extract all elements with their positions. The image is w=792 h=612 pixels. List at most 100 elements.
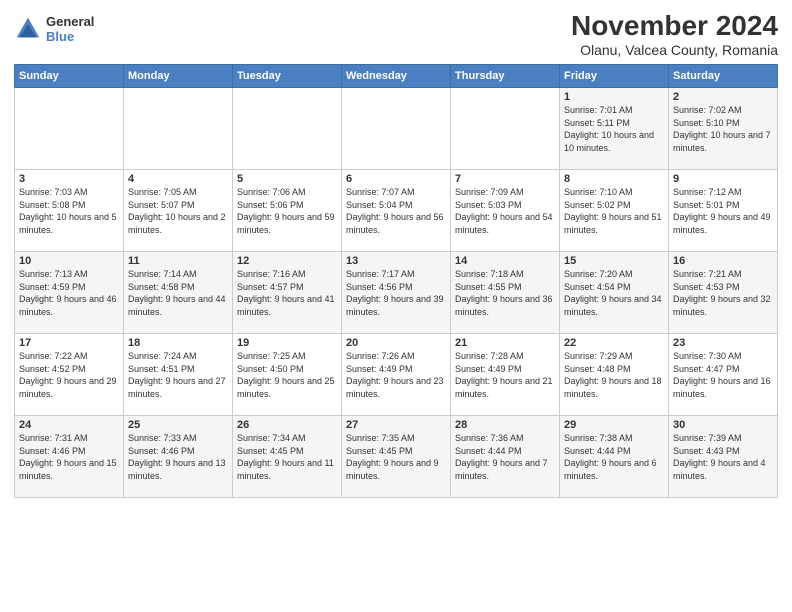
location-title: Olanu, Valcea County, Romania [571, 42, 778, 58]
calendar-cell: 30Sunrise: 7:39 AM Sunset: 4:43 PM Dayli… [669, 416, 778, 498]
calendar-cell [124, 88, 233, 170]
day-info: Sunrise: 7:02 AM Sunset: 5:10 PM Dayligh… [673, 104, 773, 154]
day-number: 12 [237, 255, 337, 267]
calendar-cell: 15Sunrise: 7:20 AM Sunset: 4:54 PM Dayli… [560, 252, 669, 334]
day-number: 19 [237, 337, 337, 349]
day-info: Sunrise: 7:24 AM Sunset: 4:51 PM Dayligh… [128, 350, 228, 400]
calendar-cell: 23Sunrise: 7:30 AM Sunset: 4:47 PM Dayli… [669, 334, 778, 416]
day-number: 7 [455, 173, 555, 185]
day-number: 6 [346, 173, 446, 185]
header-friday: Friday [560, 65, 669, 88]
calendar-cell: 13Sunrise: 7:17 AM Sunset: 4:56 PM Dayli… [342, 252, 451, 334]
header-thursday: Thursday [451, 65, 560, 88]
day-info: Sunrise: 7:20 AM Sunset: 4:54 PM Dayligh… [564, 268, 664, 318]
day-info: Sunrise: 7:30 AM Sunset: 4:47 PM Dayligh… [673, 350, 773, 400]
day-number: 23 [673, 337, 773, 349]
day-info: Sunrise: 7:22 AM Sunset: 4:52 PM Dayligh… [19, 350, 119, 400]
day-number: 3 [19, 173, 119, 185]
day-number: 4 [128, 173, 228, 185]
calendar-cell: 1Sunrise: 7:01 AM Sunset: 5:11 PM Daylig… [560, 88, 669, 170]
day-info: Sunrise: 7:06 AM Sunset: 5:06 PM Dayligh… [237, 186, 337, 236]
calendar-cell: 11Sunrise: 7:14 AM Sunset: 4:58 PM Dayli… [124, 252, 233, 334]
day-number: 21 [455, 337, 555, 349]
day-number: 14 [455, 255, 555, 267]
calendar-cell: 28Sunrise: 7:36 AM Sunset: 4:44 PM Dayli… [451, 416, 560, 498]
day-info: Sunrise: 7:07 AM Sunset: 5:04 PM Dayligh… [346, 186, 446, 236]
calendar-table: Sunday Monday Tuesday Wednesday Thursday… [14, 64, 778, 498]
day-info: Sunrise: 7:28 AM Sunset: 4:49 PM Dayligh… [455, 350, 555, 400]
day-info: Sunrise: 7:10 AM Sunset: 5:02 PM Dayligh… [564, 186, 664, 236]
day-number: 18 [128, 337, 228, 349]
calendar-cell: 19Sunrise: 7:25 AM Sunset: 4:50 PM Dayli… [233, 334, 342, 416]
day-number: 20 [346, 337, 446, 349]
day-info: Sunrise: 7:01 AM Sunset: 5:11 PM Dayligh… [564, 104, 664, 154]
weekday-header-row: Sunday Monday Tuesday Wednesday Thursday… [15, 65, 778, 88]
calendar-week-row: 17Sunrise: 7:22 AM Sunset: 4:52 PM Dayli… [15, 334, 778, 416]
calendar-cell: 9Sunrise: 7:12 AM Sunset: 5:01 PM Daylig… [669, 170, 778, 252]
header-tuesday: Tuesday [233, 65, 342, 88]
day-info: Sunrise: 7:13 AM Sunset: 4:59 PM Dayligh… [19, 268, 119, 318]
day-info: Sunrise: 7:05 AM Sunset: 5:07 PM Dayligh… [128, 186, 228, 236]
day-info: Sunrise: 7:12 AM Sunset: 5:01 PM Dayligh… [673, 186, 773, 236]
day-info: Sunrise: 7:03 AM Sunset: 5:08 PM Dayligh… [19, 186, 119, 236]
day-info: Sunrise: 7:14 AM Sunset: 4:58 PM Dayligh… [128, 268, 228, 318]
header-saturday: Saturday [669, 65, 778, 88]
calendar-cell: 8Sunrise: 7:10 AM Sunset: 5:02 PM Daylig… [560, 170, 669, 252]
calendar-cell: 3Sunrise: 7:03 AM Sunset: 5:08 PM Daylig… [15, 170, 124, 252]
day-number: 1 [564, 91, 664, 103]
calendar-cell: 24Sunrise: 7:31 AM Sunset: 4:46 PM Dayli… [15, 416, 124, 498]
title-area: November 2024 Olanu, Valcea County, Roma… [571, 10, 778, 58]
calendar-cell: 16Sunrise: 7:21 AM Sunset: 4:53 PM Dayli… [669, 252, 778, 334]
calendar-cell: 27Sunrise: 7:35 AM Sunset: 4:45 PM Dayli… [342, 416, 451, 498]
calendar-cell [15, 88, 124, 170]
month-title: November 2024 [571, 10, 778, 42]
calendar-cell: 7Sunrise: 7:09 AM Sunset: 5:03 PM Daylig… [451, 170, 560, 252]
day-info: Sunrise: 7:36 AM Sunset: 4:44 PM Dayligh… [455, 432, 555, 482]
calendar-cell: 26Sunrise: 7:34 AM Sunset: 4:45 PM Dayli… [233, 416, 342, 498]
calendar-cell: 4Sunrise: 7:05 AM Sunset: 5:07 PM Daylig… [124, 170, 233, 252]
logo-blue: Blue [46, 29, 94, 44]
calendar-cell [451, 88, 560, 170]
day-info: Sunrise: 7:33 AM Sunset: 4:46 PM Dayligh… [128, 432, 228, 482]
day-info: Sunrise: 7:31 AM Sunset: 4:46 PM Dayligh… [19, 432, 119, 482]
logo: General Blue [14, 14, 94, 44]
header-wednesday: Wednesday [342, 65, 451, 88]
calendar-week-row: 24Sunrise: 7:31 AM Sunset: 4:46 PM Dayli… [15, 416, 778, 498]
day-info: Sunrise: 7:16 AM Sunset: 4:57 PM Dayligh… [237, 268, 337, 318]
day-number: 9 [673, 173, 773, 185]
day-info: Sunrise: 7:21 AM Sunset: 4:53 PM Dayligh… [673, 268, 773, 318]
day-number: 25 [128, 419, 228, 431]
day-number: 8 [564, 173, 664, 185]
day-number: 2 [673, 91, 773, 103]
day-number: 29 [564, 419, 664, 431]
day-info: Sunrise: 7:34 AM Sunset: 4:45 PM Dayligh… [237, 432, 337, 482]
header: General Blue November 2024 Olanu, Valcea… [14, 10, 778, 58]
day-number: 5 [237, 173, 337, 185]
day-number: 22 [564, 337, 664, 349]
calendar-cell: 12Sunrise: 7:16 AM Sunset: 4:57 PM Dayli… [233, 252, 342, 334]
calendar-week-row: 10Sunrise: 7:13 AM Sunset: 4:59 PM Dayli… [15, 252, 778, 334]
calendar-cell: 17Sunrise: 7:22 AM Sunset: 4:52 PM Dayli… [15, 334, 124, 416]
day-info: Sunrise: 7:29 AM Sunset: 4:48 PM Dayligh… [564, 350, 664, 400]
calendar-cell: 5Sunrise: 7:06 AM Sunset: 5:06 PM Daylig… [233, 170, 342, 252]
day-number: 26 [237, 419, 337, 431]
day-number: 27 [346, 419, 446, 431]
calendar-cell: 14Sunrise: 7:18 AM Sunset: 4:55 PM Dayli… [451, 252, 560, 334]
day-number: 17 [19, 337, 119, 349]
day-info: Sunrise: 7:18 AM Sunset: 4:55 PM Dayligh… [455, 268, 555, 318]
logo-general: General [46, 14, 94, 29]
calendar-cell: 21Sunrise: 7:28 AM Sunset: 4:49 PM Dayli… [451, 334, 560, 416]
header-sunday: Sunday [15, 65, 124, 88]
day-number: 24 [19, 419, 119, 431]
day-number: 30 [673, 419, 773, 431]
calendar-cell [233, 88, 342, 170]
calendar-cell: 25Sunrise: 7:33 AM Sunset: 4:46 PM Dayli… [124, 416, 233, 498]
day-number: 11 [128, 255, 228, 267]
logo-icon [14, 15, 42, 43]
day-info: Sunrise: 7:26 AM Sunset: 4:49 PM Dayligh… [346, 350, 446, 400]
calendar-cell: 20Sunrise: 7:26 AM Sunset: 4:49 PM Dayli… [342, 334, 451, 416]
day-info: Sunrise: 7:38 AM Sunset: 4:44 PM Dayligh… [564, 432, 664, 482]
calendar-page: General Blue November 2024 Olanu, Valcea… [0, 0, 792, 612]
day-number: 10 [19, 255, 119, 267]
day-number: 15 [564, 255, 664, 267]
